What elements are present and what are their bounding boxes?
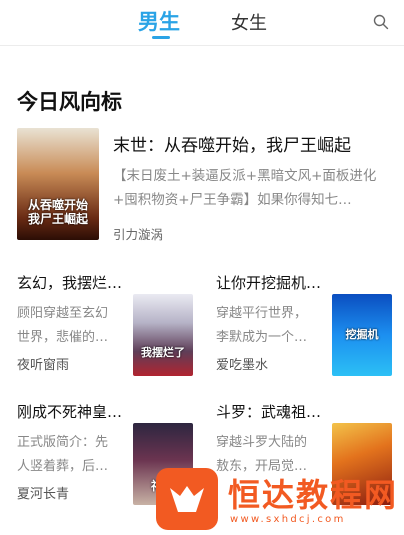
watermark: 恒达教程网 www.sxhdcj.com (156, 466, 402, 532)
top-tab-bar: 男生 女生 (0, 0, 404, 46)
book-author: 夜听窗雨 (17, 358, 70, 373)
book-description: 顾阳穿越至玄幻世界，悲催的… (17, 306, 109, 345)
section-title: 今日风向标 (17, 90, 122, 114)
book-title[interactable]: 让你开挖掘机… (216, 272, 321, 293)
book-card[interactable]: 让你开挖掘机… 穿越平行世界，李默成为一个… 爱吃墨水 挖掘机 (216, 272, 396, 376)
active-tab-indicator (152, 36, 170, 39)
watermark-text: 恒达教程网 (228, 476, 399, 514)
featured-book[interactable]: 从吞噬开始 我尸王崛起 末世：从吞噬开始，我尸王崛起 【末日废土+装逼反派+黑暗… (17, 128, 392, 243)
book-description: 正式版简介：先人竖着葬，后… (17, 435, 109, 474)
tab-female[interactable]: 女生 (231, 9, 267, 35)
cover-title: 我摆烂了 (141, 346, 185, 359)
watermark-logo-icon (156, 468, 218, 530)
book-title[interactable]: 玄幻，我摆烂… (17, 272, 122, 293)
book-description: 【末日废土+装逼反派+黑暗文风+面板进化+囤积物资+尸王争霸】如果你得知七… (113, 168, 377, 208)
book-description: 穿越平行世界，李默成为一个… (216, 306, 308, 345)
book-title[interactable]: 斗罗：武魂祖… (216, 401, 321, 422)
cover-title: 挖掘机 (345, 328, 379, 341)
book-title[interactable]: 末世：从吞噬开始，我尸王崛起 (113, 131, 351, 156)
cover-title: 从吞噬开始 我尸王崛起 (27, 198, 88, 226)
book-cover[interactable]: 从吞噬开始 我尸王崛起 (17, 128, 99, 240)
book-cover[interactable]: 我摆烂了 (133, 294, 193, 376)
book-author: 引力漩涡 (113, 227, 164, 242)
book-author: 爱吃墨水 (216, 358, 269, 373)
watermark-url: www.sxhdcj.com (230, 514, 346, 525)
search-icon[interactable] (373, 14, 389, 30)
book-author: 夏河长青 (17, 487, 70, 502)
book-cover[interactable]: 挖掘机 (332, 294, 392, 376)
tab-male[interactable]: 男生 (138, 6, 180, 36)
book-card[interactable]: 玄幻，我摆烂… 顾阳穿越至玄幻世界，悲催的… 夜听窗雨 我摆烂了 (17, 272, 197, 376)
book-title[interactable]: 刚成不死神皇… (17, 401, 122, 422)
